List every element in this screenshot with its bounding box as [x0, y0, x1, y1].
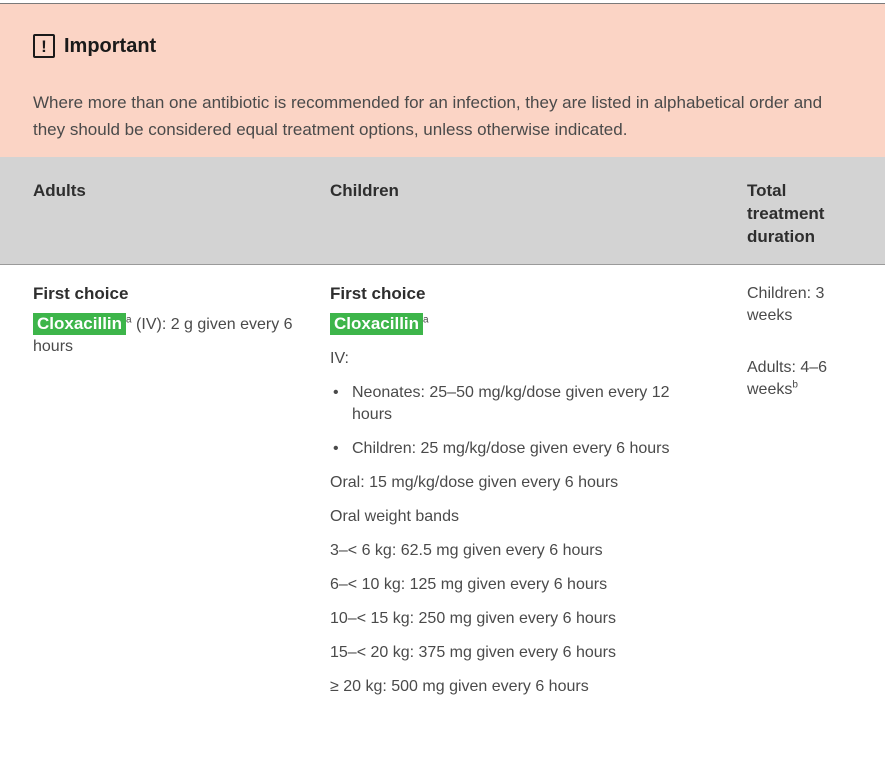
- header-duration: Total treatment duration: [747, 181, 825, 246]
- children-iv-list: Neonates: 25–50 mg/kg/dose given every 1…: [330, 382, 710, 460]
- duration-adults-footnote: b: [792, 379, 798, 391]
- header-adults: Adults: [33, 181, 86, 200]
- adults-first-choice-label: First choice: [33, 284, 129, 303]
- children-drug-line: Cloxacillin a: [330, 313, 710, 336]
- children-drug-footnote: a: [423, 314, 429, 326]
- weight-band: 10–< 15 kg: 250 mg given every 6 hours: [330, 610, 616, 627]
- important-notice: ! Important Where more than one antibiot…: [0, 4, 885, 157]
- duration-children: Children: 3 weeks: [747, 285, 825, 324]
- children-first-choice-label: First choice: [330, 284, 426, 303]
- weight-band: 6–< 10 kg: 125 mg given every 6 hours: [330, 576, 608, 593]
- important-header: ! Important: [33, 34, 156, 58]
- exclamation-icon: !: [33, 34, 55, 58]
- list-item: Children: 25 mg/kg/dose given every 6 ho…: [330, 438, 710, 460]
- duration-adults: Adults: 4–6 weeks: [747, 359, 828, 398]
- children-iv-label: IV:: [330, 350, 349, 367]
- important-text: Where more than one antibiotic is recomm…: [33, 93, 823, 139]
- weight-band: ≥ 20 kg: 500 mg given every 6 hours: [330, 678, 589, 695]
- weight-band: 3–< 6 kg: 62.5 mg given every 6 hours: [330, 542, 603, 559]
- table-header: Adults Children Total treatment duration: [0, 157, 885, 265]
- children-oral-dose: Oral: 15 mg/kg/dose given every 6 hours: [330, 474, 619, 491]
- adults-drug-name: Cloxacillin: [33, 313, 127, 335]
- children-cell: First choice Cloxacillina IV: Neonates: …: [330, 283, 710, 698]
- adults-dose-line: Cloxacillin a (IV): 2 g given every 6 hou…: [33, 313, 303, 358]
- list-item: Neonates: 25–50 mg/kg/dose given every 1…: [330, 382, 710, 426]
- weight-bands-label: Oral weight bands: [330, 508, 459, 525]
- header-children: Children: [330, 181, 399, 200]
- adults-cell: First choice Cloxacillin a (IV): 2 g give…: [33, 283, 303, 358]
- children-drug-name: Cloxacillin: [330, 313, 424, 335]
- important-title: Important: [64, 34, 157, 57]
- duration-cell: Children: 3 weeks Adults: 4–6 weeksb: [747, 283, 857, 401]
- duration-adults-line: Adults: 4–6 weeksb: [747, 357, 857, 401]
- weight-band: 15–< 20 kg: 375 mg given every 6 hours: [330, 644, 616, 661]
